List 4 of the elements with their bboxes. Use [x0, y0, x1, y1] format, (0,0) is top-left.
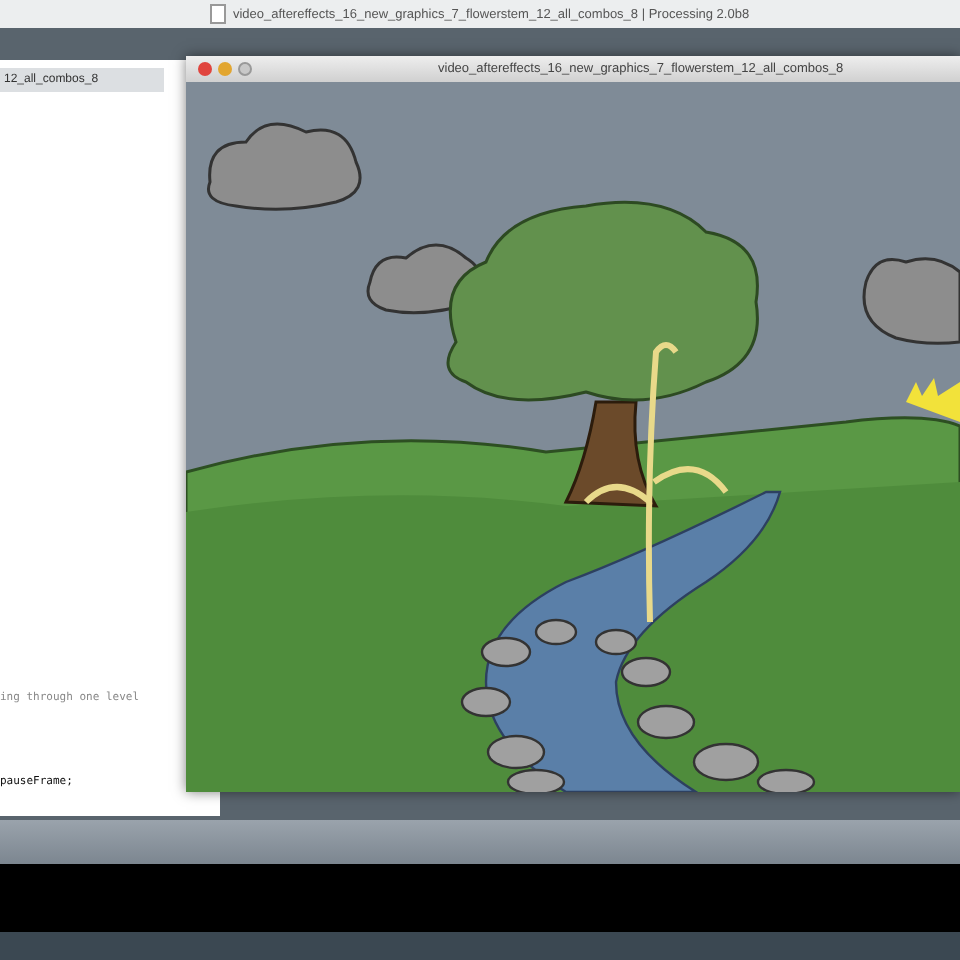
document-icon [210, 4, 227, 24]
minimize-button[interactable] [218, 62, 232, 76]
close-button[interactable] [198, 62, 212, 76]
zoom-button[interactable] [238, 62, 252, 76]
